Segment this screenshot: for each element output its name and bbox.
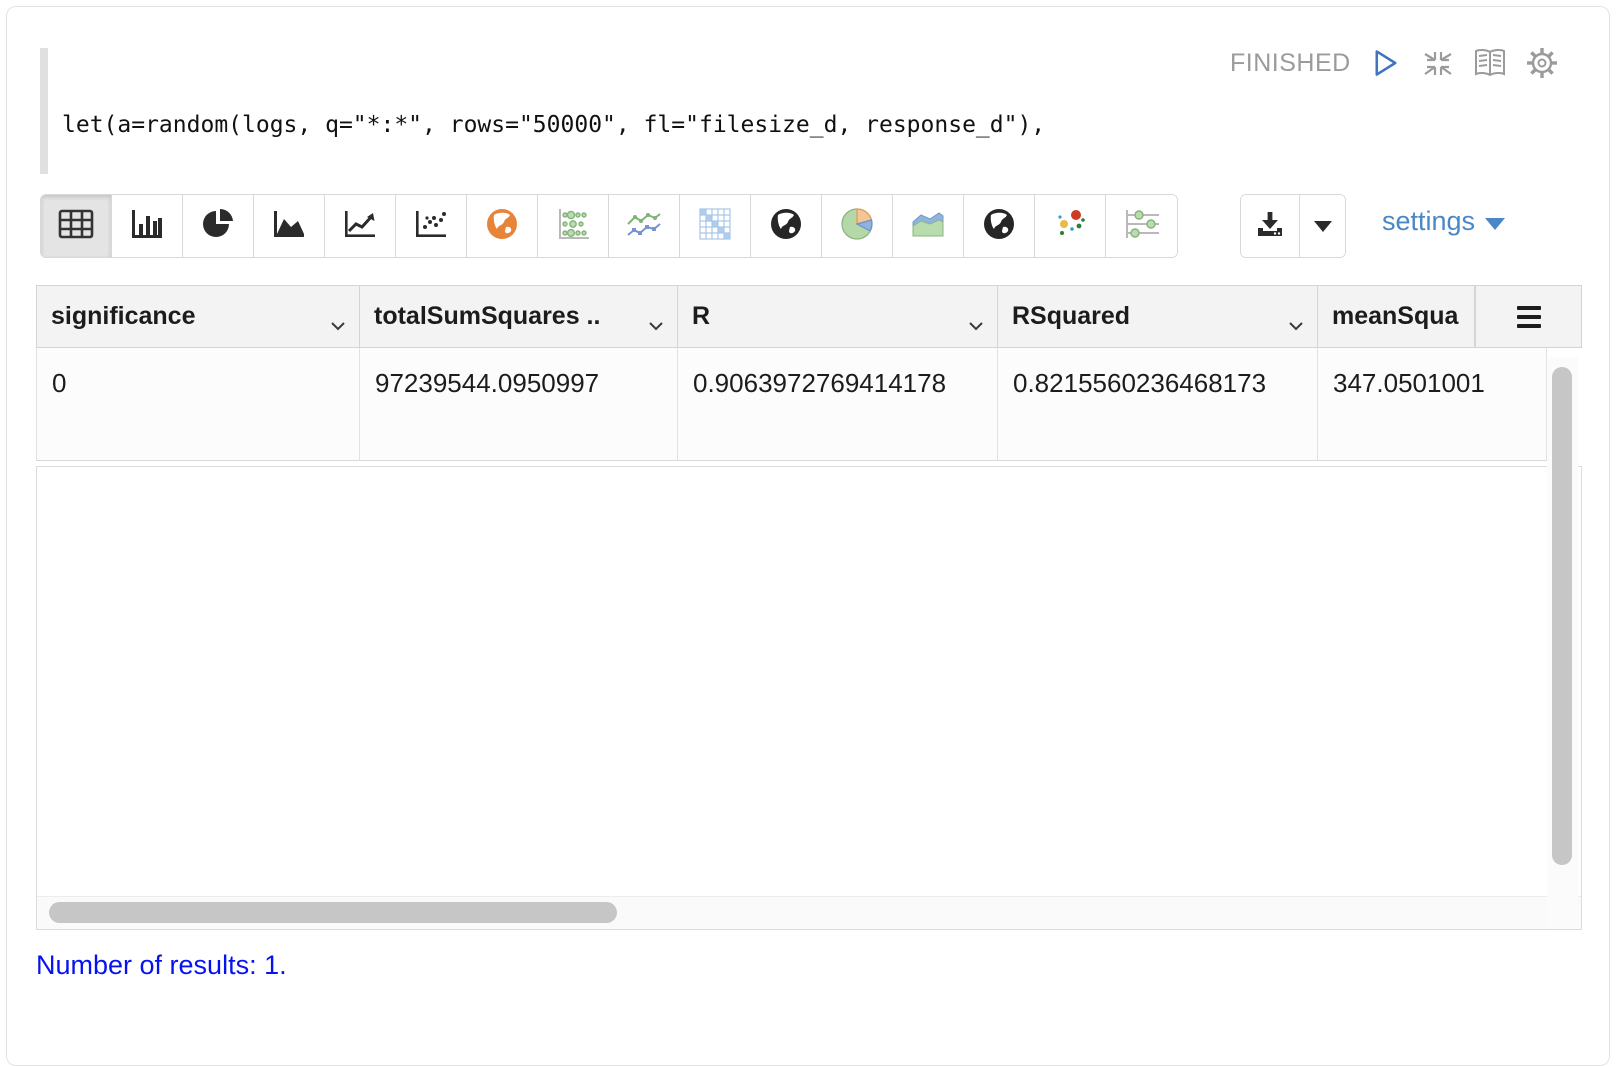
run-icon[interactable] [1369,46,1403,80]
area-chart-icon [272,209,306,244]
table-view-button[interactable] [41,195,112,257]
line-chart-icon [343,209,377,244]
bubble-grid-icon [555,207,591,246]
globe-dark-2-icon [982,207,1016,246]
code-gutter [40,48,48,174]
column-label: R [692,302,710,331]
cell-meansquarederror: 347.0501001 [1318,348,1547,461]
horizontal-scrollbar-thumb[interactable] [49,902,617,923]
chevron-down-icon[interactable] [329,310,347,339]
gear-icon[interactable] [1525,46,1559,80]
pie-chart-button[interactable] [183,195,254,257]
column-header-r[interactable]: R [678,285,998,348]
grid-viewport [36,466,1582,930]
download-options-button[interactable] [1299,195,1345,257]
cell-rsquared: 0.8215560236468173 [998,348,1318,461]
settings-caret-icon [1485,218,1505,230]
globe-dark-icon [769,207,803,246]
grid-menu-button[interactable] [1475,285,1582,348]
vertical-scrollbar[interactable] [1547,357,1578,929]
map-orange-button[interactable] [467,195,538,257]
column-header-totalsumsquares[interactable]: totalSumSquares .. [360,285,678,348]
multi-line-button[interactable] [609,195,680,257]
globe-orange-icon [485,207,519,246]
vertical-scrollbar-thumb[interactable] [1552,367,1572,865]
cell-r: 0.9063972769414178 [678,348,998,461]
heatmap-button[interactable] [680,195,751,257]
column-header-significance[interactable]: significance [36,285,360,348]
chevron-down-icon[interactable] [1287,310,1305,339]
area-chart-button[interactable] [254,195,325,257]
column-label: significance [51,302,196,331]
cell-significance: 0 [36,348,360,461]
column-label: RSquared [1012,302,1130,331]
settings-label: settings [1382,206,1475,237]
column-header-meansquarederror[interactable]: meanSqua [1318,285,1475,348]
horizontal-scrollbar[interactable] [37,896,1581,929]
column-label: meanSqua [1332,302,1458,331]
sliders-button[interactable] [1106,195,1177,257]
area-pastel-button[interactable] [893,195,964,257]
globe-button[interactable] [751,195,822,257]
sliders-icon [1123,208,1161,245]
bar-chart-button[interactable] [112,195,183,257]
table-icon [58,209,94,244]
paragraph-controls: FINISHED [1230,46,1559,80]
table-row: 0 97239544.0950997 0.9063972769414178 0.… [36,348,1582,461]
caret-down-icon [1314,221,1332,232]
book-icon[interactable] [1473,46,1507,80]
column-label: totalSumSquares .. [374,302,600,331]
settings-toggle[interactable]: settings [1382,206,1505,237]
chevron-down-icon[interactable] [647,310,665,339]
column-header-rsquared[interactable]: RSquared [998,285,1318,348]
scatter-color-button[interactable] [1035,195,1106,257]
results-count-text: Number of results: 1. [36,950,287,981]
code-line[interactable]: let(a=random(logs, q="*:*", rows="50000"… [62,109,1045,141]
chart-type-group [40,194,1178,258]
download-split-button [1240,194,1346,258]
hamburger-icon [1517,306,1541,310]
scatter-color-icon [1052,207,1088,246]
shrink-icon[interactable] [1421,46,1455,80]
line-chart-button[interactable] [325,195,396,257]
pie-pastel-button[interactable] [822,195,893,257]
cell-totalsumsquares: 97239544.0950997 [360,348,678,461]
display-toolbar [40,194,1178,258]
status-badge: FINISHED [1230,49,1351,78]
globe-2-button[interactable] [964,195,1035,257]
chevron-down-icon[interactable] [967,310,985,339]
pie-chart-icon [202,208,234,245]
table-header-row: significance totalSumSquares .. R RSquar… [36,285,1582,348]
area-pastel-icon [909,208,947,245]
bubble-grid-button[interactable] [538,195,609,257]
pie-pastel-icon [839,206,875,247]
scatter-chart-button[interactable] [396,195,467,257]
heatmap-icon [698,207,732,246]
download-button[interactable] [1241,195,1299,257]
multi-line-icon [625,208,663,245]
bar-chart-icon [130,208,164,245]
scatter-chart-icon [414,209,448,244]
results-table: significance totalSumSquares .. R RSquar… [36,285,1582,461]
download-icon [1255,210,1285,243]
